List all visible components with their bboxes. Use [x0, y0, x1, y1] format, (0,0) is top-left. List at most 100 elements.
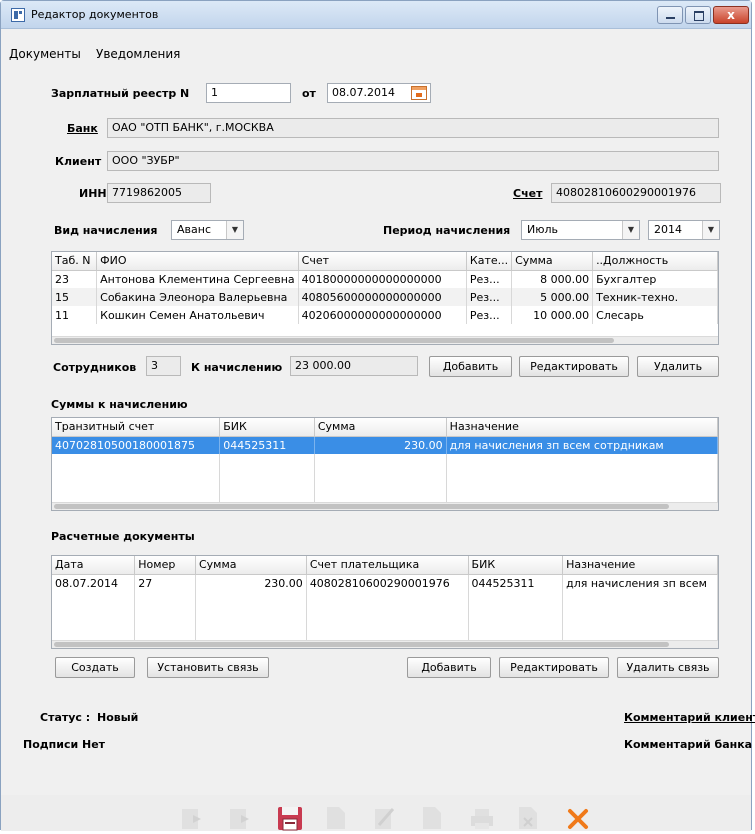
table-cell: Антонова Клементина Сергеевна	[96, 270, 299, 288]
table-row[interactable]: 23 Антонова Клементина Сергеевна 4018000…	[52, 270, 718, 288]
column-header[interactable]: Транзитный счет	[52, 418, 221, 437]
calendar-icon[interactable]	[411, 86, 427, 100]
chevron-down-icon: ▼	[702, 221, 719, 239]
total-accrual-label: К начислению	[191, 361, 283, 374]
table-cell: 11	[52, 306, 98, 324]
unlink-document-button[interactable]: Удалить связь	[617, 657, 719, 678]
document-editor-window: Редактор документов x Документы Уведомле…	[0, 0, 755, 831]
table-cell: 044525311	[468, 574, 564, 592]
table-row[interactable]: 11 Кошкин Семен Анатольевич 402060000000…	[52, 306, 718, 324]
sums-section-title: Суммы к начислению	[51, 398, 188, 411]
column-header[interactable]: БИК	[468, 556, 564, 575]
table-cell: 23	[52, 270, 98, 288]
menu-documents[interactable]: Документы	[9, 47, 81, 61]
account-field: 40802810600290001976	[551, 183, 721, 203]
table-cell: Слесарь	[592, 306, 718, 324]
account-link[interactable]: Счет	[513, 187, 542, 200]
column-header[interactable]: Счет плательщика	[306, 556, 469, 575]
menu-notifications[interactable]: Уведомления	[96, 47, 180, 61]
horizontal-scrollbar[interactable]	[52, 502, 718, 510]
delete-doc-icon[interactable]	[517, 805, 539, 831]
table-row[interactable]: 15 Собакина Элеонора Валерьевна 40805600…	[52, 288, 718, 306]
registry-number-field[interactable]: 1	[206, 83, 291, 103]
bank-field: ОАО "ОТП БАНК", г.МОСКВА	[107, 118, 719, 138]
edit-icon[interactable]	[373, 805, 395, 831]
accrual-type-value: Аванс	[177, 223, 211, 236]
horizontal-scrollbar[interactable]	[52, 640, 718, 648]
period-month-value: Июль	[527, 223, 559, 236]
period-year-value: 2014	[654, 223, 682, 236]
column-header[interactable]: Сумма	[314, 418, 447, 437]
table-cell: 044525311	[219, 436, 315, 454]
employees-table[interactable]: Таб. N ФИО Счет Кате... Сумма ..Должност…	[51, 251, 719, 345]
period-month-select[interactable]: Июль ▼	[521, 220, 640, 240]
employees-count-field: 3	[146, 356, 181, 376]
table-cell: 40206000000000000000	[298, 306, 467, 324]
document-icon[interactable]	[421, 805, 443, 831]
date-label: от	[302, 87, 316, 100]
import-icon[interactable]	[181, 805, 203, 831]
column-header[interactable]: ..Должность	[592, 252, 718, 271]
table-cell: 40805600000000000000	[298, 288, 467, 306]
link-document-button[interactable]: Установить связь	[147, 657, 269, 678]
table-cell: 15	[52, 288, 98, 306]
title-bar: Редактор документов x	[1, 1, 751, 29]
table-cell: Рез...	[466, 288, 513, 306]
column-header[interactable]: БИК	[219, 418, 315, 437]
inn-field: 7719862005	[107, 183, 211, 203]
maximize-button[interactable]	[685, 6, 711, 24]
column-header[interactable]: Сумма	[511, 252, 594, 271]
table-cell: Рез...	[466, 306, 513, 324]
edit-employee-button[interactable]: Редактировать	[519, 356, 629, 377]
edit-document-button[interactable]: Редактировать	[499, 657, 609, 678]
add-employee-button[interactable]: Добавить	[429, 356, 512, 377]
close-icon: x	[727, 8, 735, 22]
chevron-down-icon: ▼	[226, 221, 243, 239]
table-cell: для начисления зп всем	[562, 574, 718, 592]
table-cell: 40702810500180001875	[52, 436, 221, 454]
table-cell: 8 000.00	[511, 270, 594, 288]
table-cell: Бухгалтер	[592, 270, 718, 288]
table-row[interactable]: 08.07.2014 27 230.00 4080281060029000197…	[52, 574, 718, 592]
delete-employee-button[interactable]: Удалить	[637, 356, 719, 377]
window-title: Редактор документов	[31, 8, 159, 21]
column-header[interactable]: Дата	[52, 556, 136, 575]
signatures-value: Нет	[82, 738, 106, 751]
column-header[interactable]: Кате...	[466, 252, 513, 271]
sums-table[interactable]: Транзитный счет БИК Сумма Назначение 407…	[51, 417, 719, 511]
close-window-button[interactable]: x	[713, 6, 749, 24]
table-row[interactable]: 40702810500180001875 044525311 230.00 дл…	[52, 436, 718, 454]
accrual-type-label: Вид начисления	[54, 224, 158, 237]
accrual-type-select[interactable]: Аванс ▼	[171, 220, 244, 240]
create-document-button[interactable]: Создать	[55, 657, 135, 678]
column-header[interactable]: ФИО	[96, 252, 299, 271]
period-year-select[interactable]: 2014 ▼	[648, 220, 720, 240]
close-icon[interactable]	[567, 805, 589, 831]
inn-label: ИНН	[79, 187, 107, 200]
registry-label: Зарплатный реестр N	[51, 87, 190, 100]
print-icon[interactable]	[469, 805, 495, 831]
document-icon[interactable]	[325, 805, 347, 831]
table-cell: 40802810600290001976	[306, 574, 469, 592]
column-header[interactable]: Назначение	[446, 418, 718, 437]
app-icon	[11, 8, 25, 22]
minimize-button[interactable]	[657, 6, 683, 24]
payments-table[interactable]: Дата Номер Сумма Счет плательщика БИК На…	[51, 555, 719, 649]
column-header[interactable]: Назначение	[562, 556, 718, 575]
table-cell: 230.00	[314, 436, 447, 454]
export-icon[interactable]	[229, 805, 251, 831]
save-icon[interactable]	[277, 805, 303, 831]
accrual-period-label: Период начисления	[383, 224, 511, 237]
client-comment-link[interactable]: Комментарий клиента	[624, 711, 755, 724]
column-header[interactable]: Номер	[134, 556, 196, 575]
horizontal-scrollbar[interactable]	[52, 336, 718, 344]
table-cell: Техник-техно.	[592, 288, 718, 306]
column-header[interactable]: Сумма	[195, 556, 307, 575]
employees-count-label: Сотрудников	[53, 361, 137, 374]
add-document-button[interactable]: Добавить	[407, 657, 491, 678]
table-cell: 27	[134, 574, 196, 592]
column-header[interactable]: Таб. N	[52, 252, 98, 271]
bank-comment-label: Комментарий банка	[624, 738, 753, 751]
bank-link[interactable]: Банк	[67, 122, 98, 135]
column-header[interactable]: Счет	[298, 252, 467, 271]
